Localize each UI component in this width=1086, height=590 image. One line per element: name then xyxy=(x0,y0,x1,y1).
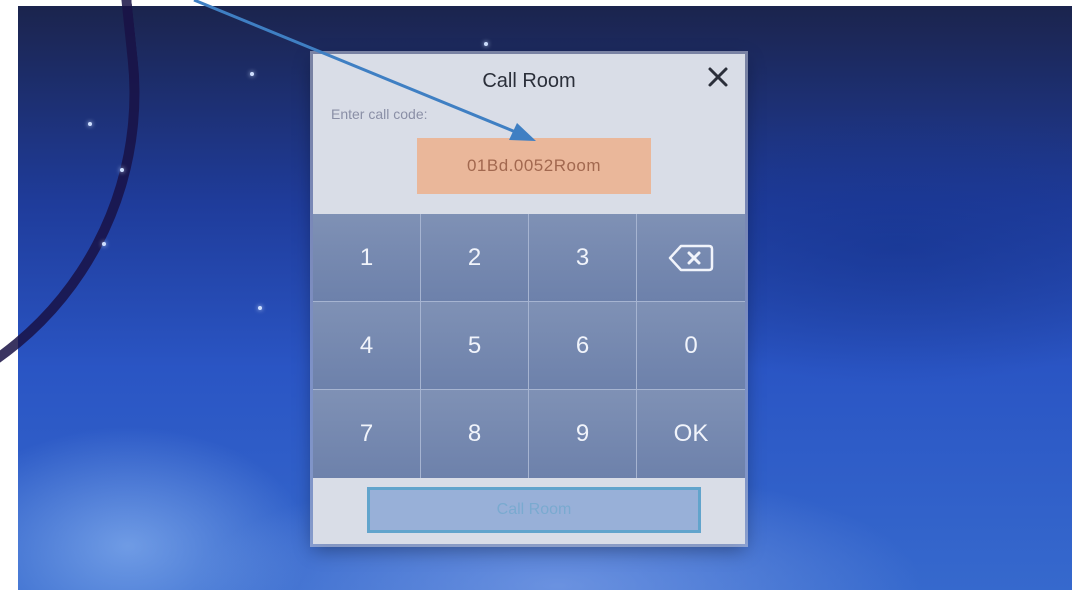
key-7[interactable]: 7 xyxy=(313,390,421,478)
numeric-keypad: 1 2 3 4 5 6 0 7 8 9 OK xyxy=(313,214,745,478)
dialog-title: Call Room xyxy=(482,70,576,92)
call-room-dialog: Call Room Enter call code: 01Bd.0052Room… xyxy=(313,54,745,544)
wallpaper-star xyxy=(120,168,124,172)
wallpaper-star xyxy=(250,72,254,76)
key-9[interactable]: 9 xyxy=(529,390,637,478)
wallpaper-star xyxy=(102,242,106,246)
key-5[interactable]: 5 xyxy=(421,302,529,390)
key-2[interactable]: 2 xyxy=(421,214,529,302)
key-6[interactable]: 6 xyxy=(529,302,637,390)
backspace-icon xyxy=(668,244,714,271)
key-8[interactable]: 8 xyxy=(421,390,529,478)
key-0[interactable]: 0 xyxy=(637,302,745,390)
wallpaper-arc xyxy=(0,0,173,423)
key-4[interactable]: 4 xyxy=(313,302,421,390)
wallpaper-star xyxy=(88,122,92,126)
key-1[interactable]: 1 xyxy=(313,214,421,302)
wallpaper-star xyxy=(484,42,488,46)
call-room-button[interactable]: Call Room xyxy=(367,487,701,533)
ok-button[interactable]: OK xyxy=(637,390,745,478)
close-icon[interactable] xyxy=(703,62,733,92)
key-3[interactable]: 3 xyxy=(529,214,637,302)
backspace-button[interactable] xyxy=(637,214,745,302)
wallpaper-star xyxy=(258,306,262,310)
call-code-prompt: Enter call code: xyxy=(331,106,428,122)
call-code-field[interactable]: 01Bd.0052Room xyxy=(417,138,651,194)
